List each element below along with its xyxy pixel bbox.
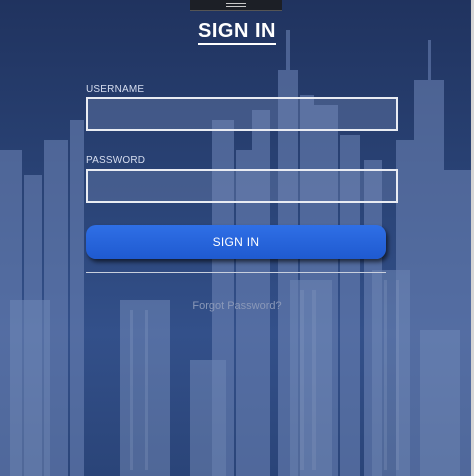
forgot-password-link[interactable]: Forgot Password? [0,300,474,312]
username-field[interactable] [86,97,398,131]
divider [86,272,386,273]
window-drag-handle[interactable] [190,0,282,11]
handle-line [226,3,246,4]
password-field[interactable] [86,169,398,203]
page-title-text: SIGN IN [198,20,276,45]
password-label: PASSWORD [86,155,146,166]
handle-line [226,6,246,7]
sign-in-button[interactable]: SIGN IN [86,225,386,259]
username-label: USERNAME [86,84,145,95]
page-title: SIGN IN [0,20,474,45]
